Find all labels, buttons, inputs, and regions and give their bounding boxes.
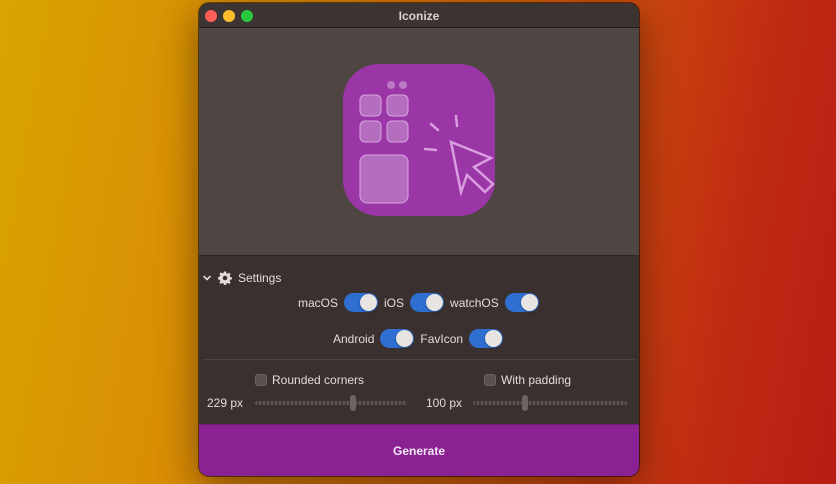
toggle-knob xyxy=(520,294,538,311)
corner-radius-value: 229 px xyxy=(207,396,244,410)
window-title: Iconize xyxy=(398,9,440,23)
iconize-app-icon xyxy=(343,64,495,216)
slider-track xyxy=(255,401,407,405)
with-padding-option[interactable]: With padding xyxy=(484,373,571,387)
settings-divider xyxy=(203,359,635,360)
watchos-toggle[interactable] xyxy=(504,293,539,312)
icon-preview-area[interactable] xyxy=(199,28,639,256)
android-toggle[interactable] xyxy=(380,329,415,348)
platform-row-2: Android FavIcon xyxy=(333,329,509,348)
slider-thumb[interactable] xyxy=(522,395,528,411)
title-bar: Iconize xyxy=(199,3,639,28)
android-label: Android xyxy=(333,331,375,346)
toggle-knob xyxy=(360,294,378,311)
corner-radius-slider[interactable] xyxy=(255,395,407,411)
settings-panel: Settings macOS iOS watchOS Android FavIc… xyxy=(199,256,639,424)
app-window: Iconize Settings macOS iOS watchOS Andro… xyxy=(199,3,639,476)
macos-toggle[interactable] xyxy=(344,293,379,312)
rounded-corners-option[interactable]: Rounded corners xyxy=(255,373,364,387)
toggle-knob xyxy=(396,330,414,347)
rounded-corners-checkbox[interactable] xyxy=(255,374,267,386)
watchos-label: watchOS xyxy=(450,295,499,310)
favicon-toggle[interactable] xyxy=(469,329,504,348)
padding-slider[interactable] xyxy=(473,395,627,411)
with-padding-label: With padding xyxy=(501,373,572,387)
rounded-corners-label: Rounded corners xyxy=(272,373,365,387)
settings-label: Settings xyxy=(238,271,282,285)
macos-label: macOS xyxy=(298,295,339,310)
favicon-label: FavIcon xyxy=(420,331,464,346)
chevron-down-icon xyxy=(203,275,211,281)
platform-row-1: macOS iOS watchOS xyxy=(298,293,545,312)
padding-value: 100 px xyxy=(426,396,463,410)
ios-label: iOS xyxy=(384,295,405,310)
toggle-knob xyxy=(426,294,444,311)
generate-button[interactable]: Generate xyxy=(199,424,639,476)
slider-thumb[interactable] xyxy=(350,395,356,411)
slider-track xyxy=(473,401,627,405)
settings-disclosure[interactable]: Settings xyxy=(202,270,281,286)
with-padding-checkbox[interactable] xyxy=(484,374,496,386)
toggle-knob xyxy=(485,330,503,347)
gear-icon xyxy=(218,271,232,285)
ios-toggle[interactable] xyxy=(410,293,445,312)
